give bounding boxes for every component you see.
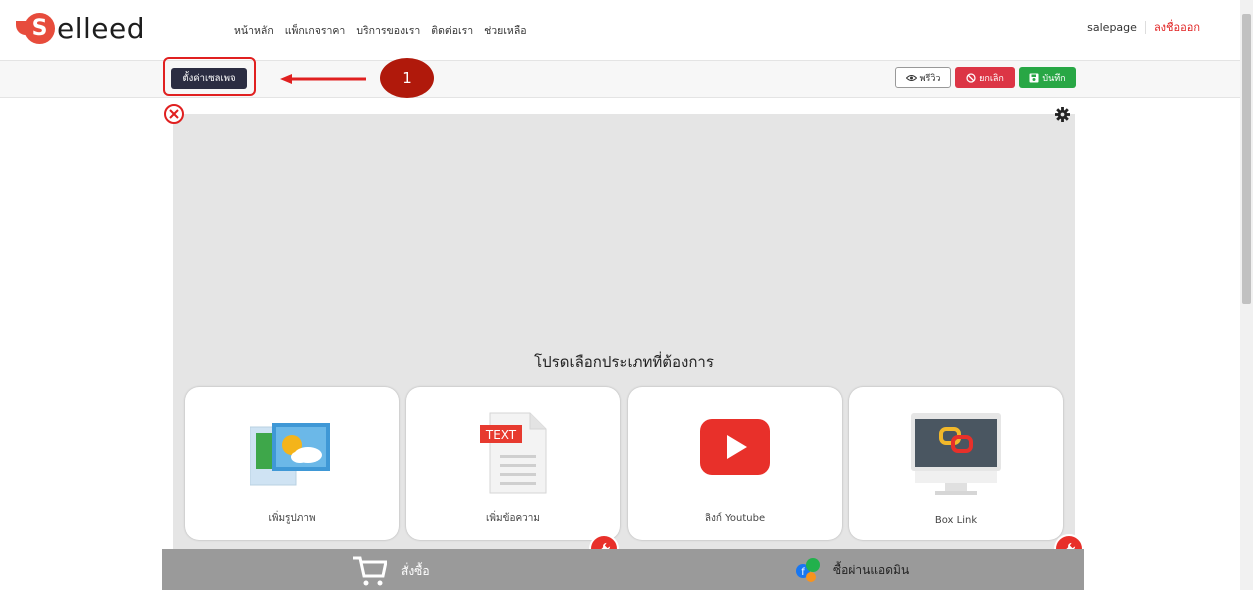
save-label: บันทึก <box>1042 73 1066 84</box>
text-document-icon: TEXT <box>480 412 547 494</box>
gear-icon[interactable] <box>1055 107 1070 122</box>
top-navbar: S elleed หน้าหลัก แพ็กเกจราคา บริการของเ… <box>0 0 1240 60</box>
pointer-arrow-icon <box>280 74 366 84</box>
shopping-cart-icon <box>353 556 387 586</box>
logo-text: elleed <box>57 11 146 45</box>
box-link-label: Box Link <box>934 515 978 526</box>
preview-label: พรีวิว <box>919 73 941 84</box>
image-icon <box>250 423 330 486</box>
youtube-play-icon <box>700 419 770 475</box>
youtube-link-card[interactable]: ลิงก์ Youtube <box>628 387 842 540</box>
main-menu: หน้าหลัก แพ็กเกจราคา บริการของเรา ติดต่อ… <box>234 22 527 39</box>
svg-text:f: f <box>801 567 805 578</box>
youtube-link-label: ลิงก์ Youtube <box>704 513 766 524</box>
nav-item-pricing[interactable]: แพ็กเกจราคา <box>285 22 346 39</box>
save-button[interactable]: บันทึก <box>1019 67 1076 88</box>
add-image-label: เพิ่มรูปภาพ <box>268 513 316 524</box>
logout-link[interactable]: ลงชื่อออก <box>1146 18 1200 36</box>
text-badge: TEXT <box>485 428 517 442</box>
nav-item-help[interactable]: ช่วยเหลือ <box>484 22 526 39</box>
choose-type-heading: โปรดเลือกประเภทที่ต้องการ <box>534 353 714 371</box>
add-text-card[interactable]: TEXT เพิ่มข้อความ <box>406 387 620 540</box>
admin-label: ซื้อผ่านแอดมิน <box>833 562 910 577</box>
username-link[interactable]: salepage <box>1087 20 1146 34</box>
close-icon[interactable] <box>163 103 185 125</box>
logo-mark: S <box>16 12 55 44</box>
eye-icon <box>905 74 917 81</box>
preview-button[interactable]: พรีวิว <box>895 67 951 88</box>
scrollbar-thumb[interactable] <box>1242 14 1251 304</box>
nav-item-contact[interactable]: ติดต่อเรา <box>431 22 473 39</box>
add-text-label: เพิ่มข้อความ <box>486 513 540 524</box>
box-link-icon <box>911 413 1001 495</box>
step-badge: 1 <box>380 58 434 98</box>
buy-via-admin-button[interactable]: f ซื้อผ่านแอดมิน <box>795 557 909 583</box>
box-link-card[interactable]: Box Link <box>849 387 1063 540</box>
floppy-disk-icon <box>1029 73 1039 82</box>
order-label: สั่งซื้อ <box>401 563 430 578</box>
messenger-line-icon: f <box>796 558 820 582</box>
ban-icon <box>966 72 976 83</box>
cancel-label: ยกเลิก <box>979 73 1004 84</box>
selleed-logo[interactable]: S elleed <box>16 10 146 46</box>
order-button[interactable]: สั่งซื้อ <box>353 556 430 586</box>
nav-item-home[interactable]: หน้าหลัก <box>234 22 274 39</box>
cancel-button[interactable]: ยกเลิก <box>955 67 1015 88</box>
user-area: salepage ลงชื่อออก <box>1087 18 1200 36</box>
bottom-order-bar <box>162 549 1084 590</box>
nav-item-services[interactable]: บริการของเรา <box>356 22 420 39</box>
page-settings-button[interactable]: ตั้งค่าเซลเพจ <box>171 68 247 89</box>
page-scrollbar[interactable] <box>1240 0 1253 590</box>
add-image-card[interactable]: เพิ่มรูปภาพ <box>185 387 399 540</box>
